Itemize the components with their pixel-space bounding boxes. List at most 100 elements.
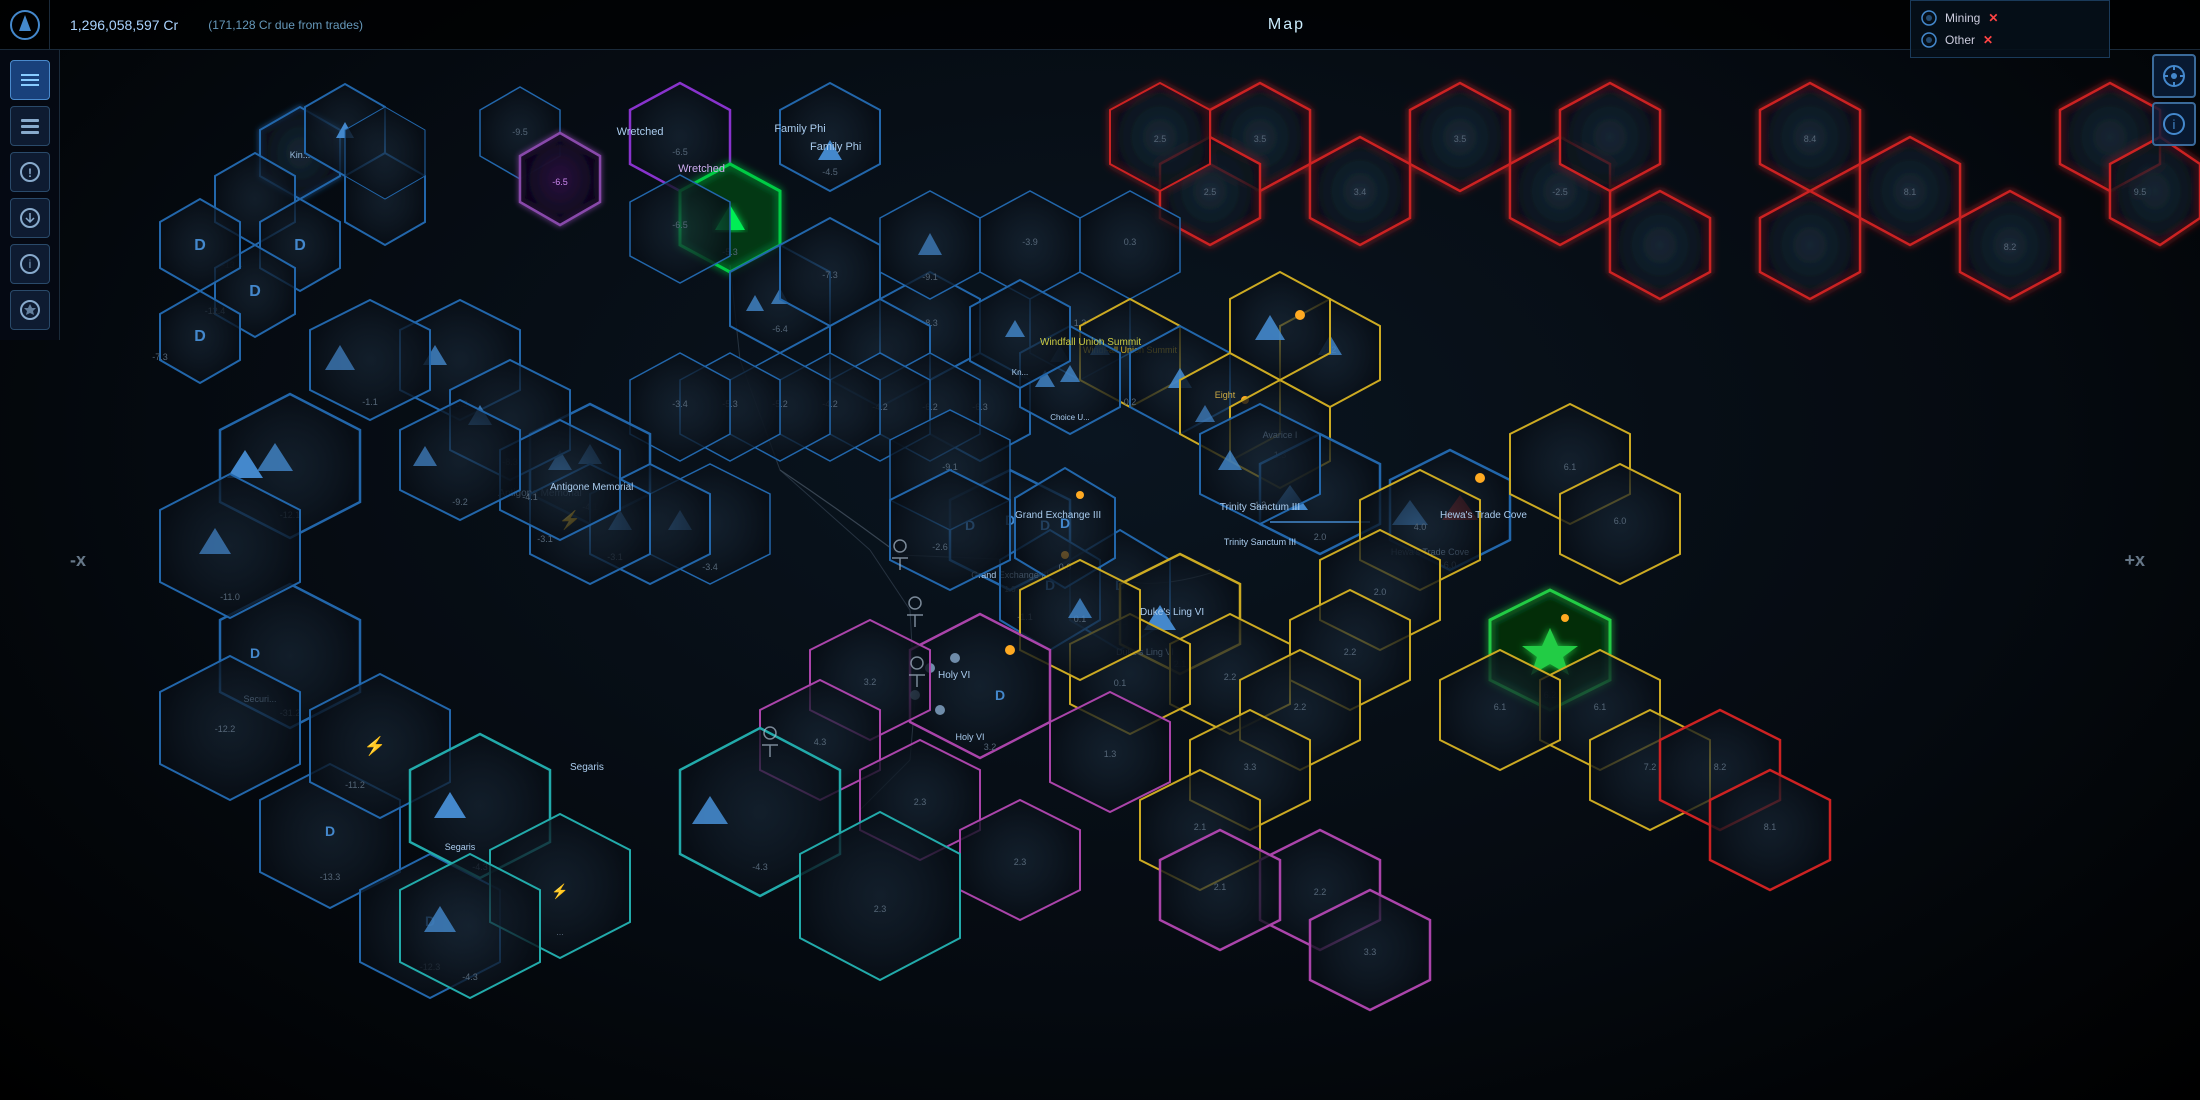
svg-text:D: D — [249, 283, 261, 300]
svg-text:7.2: 7.2 — [1644, 762, 1657, 772]
legend-panel: Mining ✕ Other ✕ — [1910, 0, 2110, 58]
svg-text:Wretched: Wretched — [617, 126, 664, 138]
svg-text:Eight: Eight — [1215, 390, 1236, 400]
svg-text:D: D — [294, 237, 306, 254]
svg-text:Trinity Sanctum III: Trinity Sanctum III — [1224, 537, 1296, 547]
top-bar: 1,296,058,597 Cr (171,128 Cr due from tr… — [0, 0, 2200, 50]
svg-text:3.2: 3.2 — [864, 677, 877, 687]
svg-text:2.0: 2.0 — [1314, 532, 1327, 542]
svg-text:-4.3: -4.3 — [752, 862, 768, 872]
toolbar-download-btn[interactable] — [10, 198, 50, 238]
legend-mining-label: Mining — [1945, 11, 1980, 25]
svg-text:-3.4: -3.4 — [702, 562, 718, 572]
svg-text:Segaris: Segaris — [570, 762, 604, 773]
svg-text:-9.1: -9.1 — [922, 272, 938, 282]
svg-text:2.2: 2.2 — [1294, 702, 1307, 712]
svg-text:6.1: 6.1 — [1594, 702, 1607, 712]
svg-text:Windfall Union Summit: Windfall Union Summit — [1040, 337, 1141, 348]
zoom-left-label: -x — [70, 550, 86, 571]
svg-text:!: ! — [28, 166, 32, 180]
svg-text:-6.4: -6.4 — [772, 324, 788, 334]
hex-wretched-area[interactable]: -9.5 -6.5 — [480, 87, 600, 225]
svg-text:8.1: 8.1 — [1764, 822, 1777, 832]
svg-text:2.1: 2.1 — [1194, 822, 1207, 832]
svg-text:-7.3: -7.3 — [152, 352, 168, 362]
svg-text:3.4: 3.4 — [1354, 187, 1367, 197]
svg-text:-1.1: -1.1 — [362, 397, 378, 407]
toolbar-list-btn[interactable] — [10, 106, 50, 146]
svg-text:2.3: 2.3 — [874, 904, 887, 914]
legend-other-x: ✕ — [1983, 33, 1993, 47]
svg-text:1.3: 1.3 — [1104, 749, 1117, 759]
svg-text:6.1: 6.1 — [1494, 702, 1507, 712]
legend-other-icon — [1921, 32, 1937, 48]
svg-text:6.1: 6.1 — [1564, 462, 1577, 472]
svg-text:8.2: 8.2 — [1714, 762, 1727, 772]
hex-mid-left-arrows[interactable]: -12.1 -11.0 — [160, 394, 360, 618]
svg-text:Segaris: Segaris — [445, 842, 476, 852]
svg-text:-11.2: -11.2 — [345, 780, 365, 790]
svg-text:2.2: 2.2 — [1224, 672, 1237, 682]
svg-text:D: D — [995, 687, 1005, 703]
svg-text:-7.3: -7.3 — [822, 270, 838, 280]
svg-text:Holy VI: Holy VI — [955, 732, 984, 742]
svg-text:i: i — [28, 257, 31, 271]
svg-text:4.0: 4.0 — [1414, 522, 1427, 532]
svg-text:2.3: 2.3 — [914, 797, 927, 807]
locate-btn[interactable] — [2152, 54, 2196, 98]
svg-text:⚡: ⚡ — [364, 735, 386, 757]
svg-text:8.4: 8.4 — [1804, 134, 1817, 144]
svg-text:-4.3: -4.3 — [462, 972, 478, 982]
svg-text:D: D — [194, 237, 206, 254]
svg-text:2.5: 2.5 — [1154, 134, 1167, 144]
svg-text:Holy VI: Holy VI — [938, 670, 970, 681]
svg-text:Choice U...: Choice U... — [1050, 413, 1090, 422]
toolbar-star-btn[interactable] — [10, 290, 50, 330]
svg-text:-6.5: -6.5 — [672, 147, 688, 157]
info-corner-btn[interactable]: i — [2152, 102, 2196, 146]
svg-text:-4.1: -4.1 — [522, 492, 538, 502]
svg-text:⚡: ⚡ — [551, 883, 568, 900]
svg-text:-4.5: -4.5 — [822, 167, 838, 177]
svg-text:4.3: 4.3 — [814, 737, 827, 747]
svg-text:D: D — [325, 823, 335, 839]
svg-text:0.1: 0.1 — [1114, 678, 1127, 688]
trades-info: (171,128 Cr due from trades) — [198, 18, 373, 32]
svg-text:2.3: 2.3 — [1014, 857, 1027, 867]
svg-text:3.3: 3.3 — [1244, 762, 1257, 772]
svg-text:Family Phi: Family Phi — [774, 123, 825, 135]
legend-mining-icon — [1921, 10, 1937, 26]
svg-text:2.0: 2.0 — [1374, 587, 1387, 597]
svg-text:2.5: 2.5 — [1204, 187, 1217, 197]
svg-text:-2.6: -2.6 — [932, 542, 948, 552]
svg-text:3.5: 3.5 — [1254, 134, 1267, 144]
toolbar-map-btn[interactable] — [10, 60, 50, 100]
svg-text:Hewa's Trade Cove: Hewa's Trade Cove — [1440, 510, 1527, 521]
hex-far-right-green[interactable]: 6.2 6.1 7.2 6.1 8.2 8.1 — [1440, 590, 1830, 890]
svg-text:i: i — [2173, 117, 2176, 132]
svg-text:2.2: 2.2 — [1314, 887, 1327, 897]
logo — [0, 0, 50, 50]
hex-topright-red[interactable]: 3.5 3.4 2.5 2.5 3.5 -2.5 8.4 8.1 8.2 9.5 — [1110, 83, 2200, 299]
toolbar-info-btn[interactable]: i — [10, 244, 50, 284]
svg-text:-12.2: -12.2 — [215, 724, 236, 734]
legend-other: Other ✕ — [1921, 29, 2099, 51]
svg-text:3.5: 3.5 — [1454, 134, 1467, 144]
svg-text:Trinity Sanctum III: Trinity Sanctum III — [1220, 502, 1300, 513]
svg-text:9.5: 9.5 — [2134, 187, 2147, 197]
hex-far-right-purple[interactable]: 2.2 3.3 2.1 — [1160, 830, 1430, 1010]
svg-text:-6.5: -6.5 — [552, 177, 568, 187]
credits-display: 1,296,058,597 Cr — [50, 17, 198, 33]
svg-text:Kn...: Kn... — [1012, 368, 1028, 377]
toolbar-alert-btn[interactable]: ! — [10, 152, 50, 192]
svg-text:0.2: 0.2 — [1124, 397, 1137, 407]
svg-text:2.2: 2.2 — [1344, 647, 1357, 657]
legend-other-label: Other — [1945, 33, 1975, 47]
svg-text:...: ... — [556, 927, 564, 937]
svg-text:-6.5: -6.5 — [672, 220, 688, 230]
svg-text:-9.2: -9.2 — [452, 497, 468, 507]
hex-map[interactable]: Kin... D -13.4 D -12.4 D D -7.3 -9. — [60, 50, 2200, 1100]
svg-text:-3.9: -3.9 — [1022, 237, 1038, 247]
svg-text:6.0: 6.0 — [1614, 516, 1627, 526]
svg-text:8.2: 8.2 — [2004, 242, 2017, 252]
